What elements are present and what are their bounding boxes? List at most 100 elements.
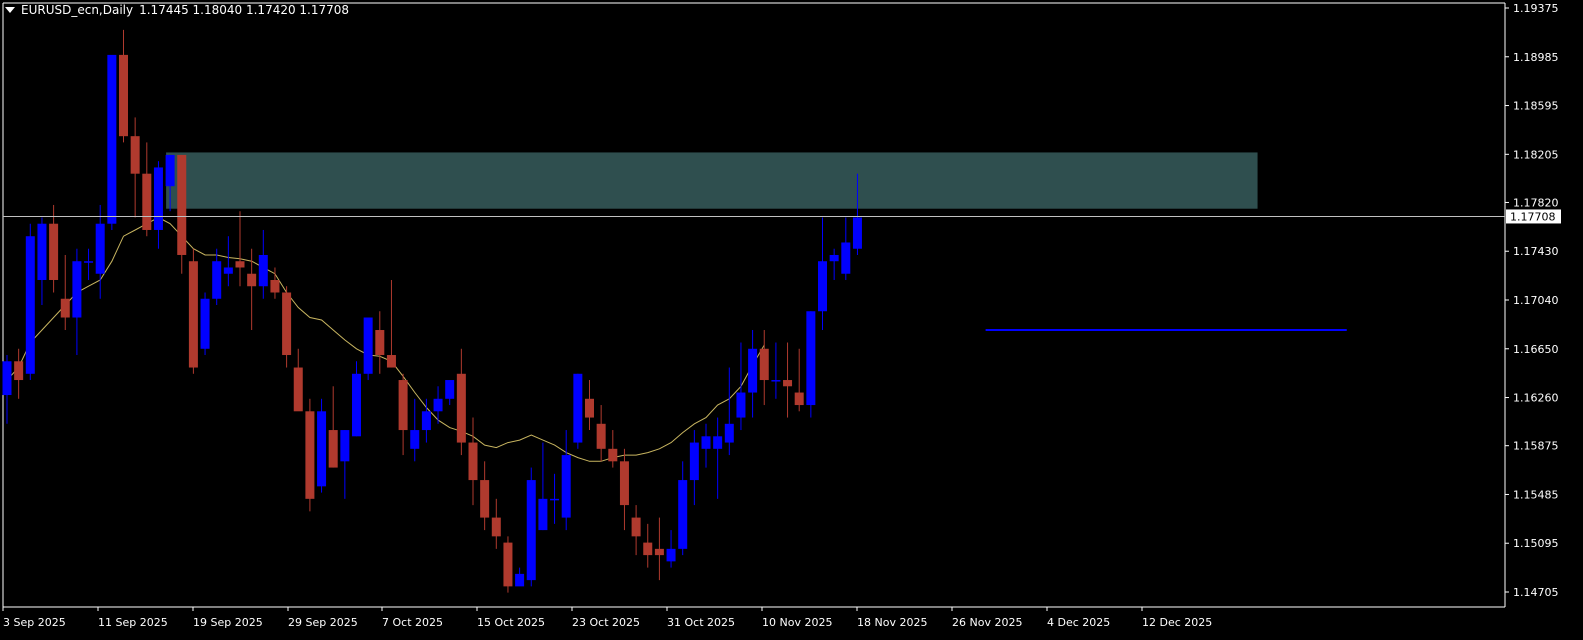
candle: [282, 286, 292, 368]
candle: [654, 517, 664, 581]
y-tick-label: 1.15095: [1513, 537, 1559, 550]
candle-body: [701, 436, 711, 449]
candle-body: [783, 380, 793, 387]
x-tick-label: 19 Sep 2025: [193, 616, 263, 629]
candle-body: [550, 498, 560, 501]
x-tick-label: 26 Nov 2025: [952, 616, 1022, 629]
candle-body: [421, 411, 431, 431]
y-tick-label: 1.15485: [1513, 488, 1559, 501]
candle: [212, 248, 222, 306]
moving-average-line: [6, 216, 765, 462]
candle: [363, 317, 373, 381]
y-tick-label: 1.17820: [1513, 196, 1559, 209]
candle: [608, 430, 618, 468]
candle-body: [619, 461, 629, 506]
candle-body: [515, 573, 525, 587]
candle-body: [223, 267, 233, 274]
candle-body: [526, 480, 536, 581]
candle: [37, 217, 47, 306]
candle-body: [678, 480, 688, 549]
candle: [60, 254, 70, 331]
candle-body: [188, 261, 198, 368]
candle-body: [561, 455, 571, 518]
candle: [235, 211, 245, 287]
candle-body: [410, 430, 420, 449]
y-tick-label: 1.18205: [1513, 148, 1559, 161]
candle: [130, 117, 140, 218]
candle: [317, 398, 327, 493]
candle-body: [829, 254, 839, 262]
candle: [410, 398, 420, 462]
candle-body: [713, 436, 723, 449]
x-tick-label: 18 Nov 2025: [857, 616, 927, 629]
candle: [177, 154, 187, 274]
candle: [701, 423, 711, 468]
candle: [386, 279, 396, 368]
candle-body: [480, 480, 490, 518]
y-tick-label: 1.17040: [1513, 294, 1559, 307]
y-tick-label: 1.17430: [1513, 245, 1559, 258]
price-chart[interactable]: EURUSD_ecn,Daily 1.17445 1.18040 1.17420…: [0, 0, 1583, 640]
candle: [783, 342, 793, 418]
candle-body: [771, 380, 781, 382]
candle-body: [72, 261, 82, 318]
candle: [375, 311, 385, 374]
x-tick-label: 11 Sep 2025: [98, 616, 168, 629]
candle-body: [142, 173, 152, 230]
candle-body: [282, 292, 292, 356]
candle: [200, 292, 210, 356]
x-tick-label: 7 Oct 2025: [382, 616, 443, 629]
candle: [25, 223, 35, 381]
candle-body: [643, 542, 653, 556]
candle-body: [503, 542, 513, 587]
candle-body: [107, 54, 117, 224]
candle: [84, 248, 94, 280]
candle: [829, 248, 839, 280]
x-tick-label: 29 Sep 2025: [288, 616, 358, 629]
y-tick-label: 1.16650: [1513, 343, 1559, 356]
candle-body: [386, 355, 396, 368]
candle-body: [841, 242, 851, 274]
candle: [468, 417, 478, 506]
candle: [561, 430, 571, 531]
candle-body: [468, 442, 478, 481]
candle: [293, 348, 303, 412]
candle: [759, 330, 769, 406]
candle: [666, 530, 676, 568]
candle: [340, 430, 350, 499]
candle-body: [235, 261, 245, 268]
candle-body: [2, 361, 12, 396]
candle-body: [177, 154, 187, 255]
x-tick-label: 15 Oct 2025: [477, 616, 545, 629]
candle: [818, 217, 827, 331]
candle-body: [270, 279, 280, 293]
candle: [689, 430, 699, 506]
candle: [573, 373, 583, 449]
candle: [119, 29, 128, 143]
candle: [433, 386, 443, 424]
candle-body: [585, 398, 594, 418]
candle-body: [212, 261, 222, 299]
candle-body: [293, 367, 303, 412]
candle-body: [852, 217, 862, 249]
candle: [515, 567, 525, 587]
candle: [398, 373, 408, 456]
candle: [456, 348, 466, 456]
candle: [736, 342, 746, 431]
candle-body: [95, 223, 105, 274]
candle-body: [317, 411, 327, 487]
candle-body: [200, 298, 210, 349]
candle: [188, 248, 198, 374]
y-tick-label: 1.18985: [1513, 51, 1559, 64]
y-tick-label: 1.15875: [1513, 440, 1559, 453]
y-tick-label: 1.16260: [1513, 392, 1559, 405]
candle: [305, 398, 315, 512]
candle: [142, 142, 152, 237]
chart-canvas[interactable]: 1.19375 1.18985 1.18595 1.18205 1.17820 1.174…: [0, 0, 1583, 640]
candle-body: [538, 498, 548, 531]
candle: [445, 380, 455, 406]
x-tick-label: 12 Dec 2025: [1142, 616, 1212, 629]
candle: [678, 461, 688, 556]
candle: [480, 461, 490, 531]
candle: [258, 229, 268, 299]
